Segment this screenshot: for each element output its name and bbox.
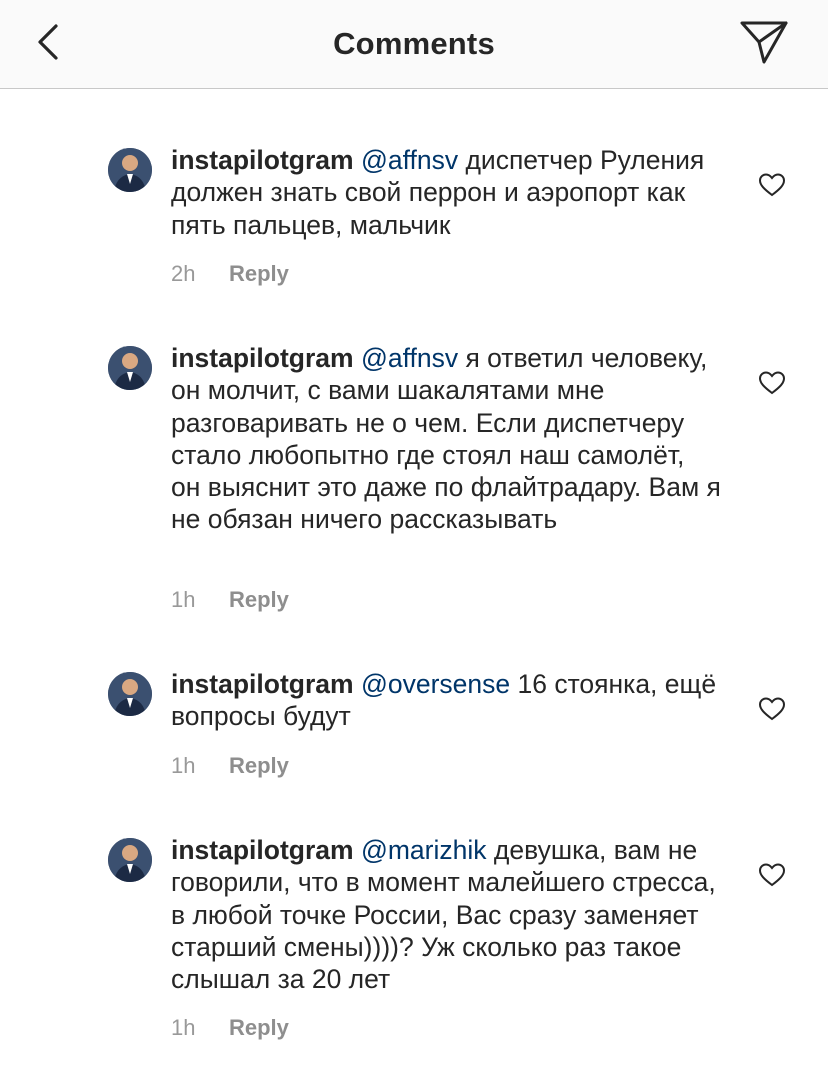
comment-mention-link[interactable]: @oversense: [361, 669, 510, 699]
comment-text: instapilotgram @affnsv я ответил человек…: [171, 342, 721, 536]
like-button[interactable]: [758, 696, 786, 722]
comment-timestamp: 1h: [171, 753, 196, 778]
comment-meta: 1h Reply: [171, 753, 289, 779]
paper-plane-icon: [740, 21, 788, 64]
comment-meta: 1h Reply: [171, 587, 289, 613]
reply-button[interactable]: Reply: [229, 753, 289, 778]
reply-button[interactable]: Reply: [229, 261, 289, 286]
comment-username[interactable]: instapilotgram: [171, 343, 354, 373]
heart-icon: [758, 173, 786, 197]
top-bar: Comments: [0, 0, 828, 89]
comment-text: instapilotgram @oversense 16 стоянка, ещ…: [171, 668, 721, 733]
comment-timestamp: 1h: [171, 587, 196, 612]
comment-text: instapilotgram @affnsv диспетчер Руления…: [171, 144, 721, 241]
comment-timestamp: 1h: [171, 1015, 196, 1040]
like-button[interactable]: [758, 862, 786, 888]
avatar[interactable]: [108, 672, 152, 716]
heart-icon: [758, 371, 786, 395]
page-title: Comments: [333, 26, 495, 61]
comment-mention-link[interactable]: @affnsv: [361, 145, 458, 175]
comment-meta: 2h Reply: [171, 261, 289, 287]
comment-text: instapilotgram @marizhik девушка, вам не…: [171, 834, 721, 995]
reply-button[interactable]: Reply: [229, 587, 289, 612]
avatar[interactable]: [108, 346, 152, 390]
like-button[interactable]: [758, 370, 786, 396]
comment-meta: 1h Reply: [171, 1015, 289, 1041]
avatar[interactable]: [108, 148, 152, 192]
comment-mention-link[interactable]: @affnsv: [361, 343, 458, 373]
heart-icon: [758, 697, 786, 721]
comment-username[interactable]: instapilotgram: [171, 145, 354, 175]
comment-username[interactable]: instapilotgram: [171, 669, 354, 699]
comment-timestamp: 2h: [171, 261, 196, 286]
comment-username[interactable]: instapilotgram: [171, 835, 354, 865]
comment-mention-link[interactable]: @marizhik: [361, 835, 487, 865]
like-button[interactable]: [758, 172, 786, 198]
avatar[interactable]: [108, 838, 152, 882]
heart-icon: [758, 863, 786, 887]
reply-button[interactable]: Reply: [229, 1015, 289, 1040]
share-button[interactable]: [736, 18, 792, 68]
